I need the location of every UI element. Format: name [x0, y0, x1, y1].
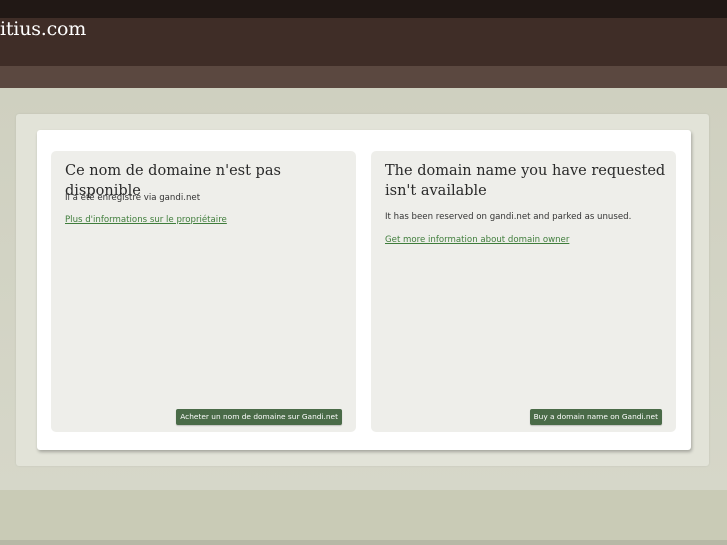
- english-column: The domain name you have requested isn't…: [371, 151, 676, 432]
- french-registered-text: Il a été enregistré via gandi.net: [65, 193, 201, 203]
- english-reserved-text: It has been reserved on gandi.net and pa…: [385, 212, 632, 222]
- footer-band: [0, 490, 727, 540]
- site-title: itius.com: [0, 18, 87, 40]
- english-buy-domain-button[interactable]: Buy a domain name on Gandi.net: [529, 409, 662, 425]
- french-column: Ce nom de domaine n'est pas disponible I…: [51, 151, 356, 432]
- english-owner-info-link[interactable]: Get more information about domain owner: [385, 235, 569, 245]
- french-owner-info-link[interactable]: Plus d'informations sur le propriétaire: [65, 215, 227, 225]
- french-buy-domain-button[interactable]: Acheter un nom de domaine sur Gandi.net: [176, 409, 342, 425]
- footer-bottom: [0, 540, 727, 545]
- top-bar: [0, 0, 727, 18]
- english-title: The domain name you have requested isn't…: [385, 163, 666, 199]
- site-header: [0, 18, 727, 66]
- header-band: [0, 66, 727, 88]
